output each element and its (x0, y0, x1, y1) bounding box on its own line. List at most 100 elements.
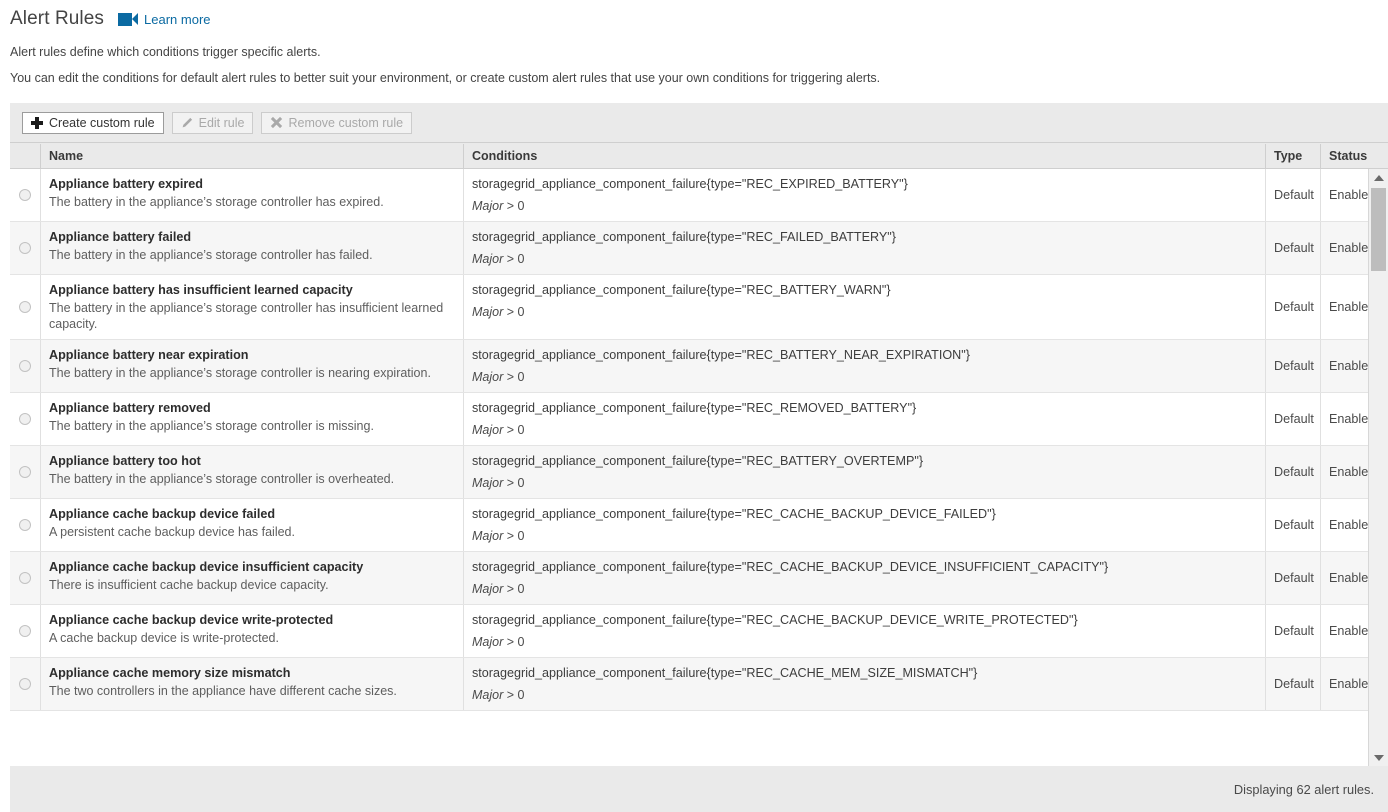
table-row[interactable]: Appliance battery removed The battery in … (10, 393, 1388, 446)
severity-label: Major (472, 252, 504, 266)
rule-status-cell: Enabled (1320, 340, 1375, 392)
rule-status-cell: Enabled (1320, 275, 1375, 339)
rule-name-cell: Appliance cache backup device write-prot… (40, 605, 463, 657)
rule-type-value: Default (1274, 624, 1314, 638)
rule-description: The battery in the appliance’s storage c… (49, 366, 431, 380)
column-header-status[interactable]: Status (1320, 143, 1375, 168)
table-row[interactable]: Appliance cache backup device failed A pe… (10, 499, 1388, 552)
table-row[interactable]: Appliance battery failed The battery in t… (10, 222, 1388, 275)
column-header-conditions[interactable]: Conditions (463, 143, 1265, 168)
record-count-text: Displaying 62 alert rules. (1233, 781, 1374, 797)
row-radio-button[interactable] (19, 572, 31, 584)
rule-name-cell: Appliance battery near expiration The bat… (40, 340, 463, 392)
rule-type-value: Default (1274, 241, 1314, 255)
row-radio-button[interactable] (19, 466, 31, 478)
row-radio-button[interactable] (19, 678, 31, 690)
row-select-cell (10, 499, 40, 551)
condition-severity: Major > 0 (472, 251, 1257, 267)
rule-status-cell: Enabled (1320, 393, 1375, 445)
row-radio-button[interactable] (19, 189, 31, 201)
edit-rule-button[interactable]: Edit rule (171, 111, 254, 134)
condition-expression: storagegrid_appliance_component_failure{… (472, 560, 1109, 574)
vertical-scrollbar[interactable] (1368, 169, 1388, 766)
row-radio-button[interactable] (19, 242, 31, 254)
remove-custom-rule-button[interactable]: Remove custom rule (261, 111, 413, 134)
rule-type-cell: Default (1265, 658, 1320, 710)
rule-name-cell: Appliance cache memory size mismatch The … (40, 658, 463, 710)
row-select-cell (10, 393, 40, 445)
rule-type-cell: Default (1265, 446, 1320, 498)
learn-more-link[interactable]: Learn more (118, 11, 211, 27)
condition-severity: Major > 0 (472, 634, 1257, 650)
table-row[interactable]: Appliance cache backup device insufficie… (10, 552, 1388, 605)
rule-status-cell: Enabled (1320, 658, 1375, 710)
rule-type-cell: Default (1265, 275, 1320, 339)
rule-type-cell: Default (1265, 393, 1320, 445)
plus-icon (31, 116, 43, 129)
rule-type-cell: Default (1265, 169, 1320, 221)
rule-type-value: Default (1274, 677, 1314, 691)
scroll-down-arrow-icon[interactable] (1369, 749, 1388, 766)
table-row[interactable]: Appliance battery expired The battery in … (10, 169, 1388, 222)
edit-rule-label: Edit rule (198, 115, 245, 130)
table-body: Appliance battery expired The battery in … (10, 169, 1388, 766)
condition-severity: Major > 0 (472, 475, 1257, 491)
table-row[interactable]: Appliance battery near expiration The bat… (10, 340, 1388, 393)
learn-more-label: Learn more (144, 11, 211, 27)
rule-description: The battery in the appliance’s storage c… (49, 419, 374, 433)
scroll-up-arrow-icon[interactable] (1369, 169, 1388, 186)
rule-type-cell: Default (1265, 605, 1320, 657)
page-header: Alert Rules Learn more Alert rules defin… (0, 0, 1388, 86)
severity-label: Major (472, 476, 504, 490)
rule-name: Appliance battery has insufficient learn… (49, 283, 353, 297)
rule-conditions-cell: storagegrid_appliance_component_failure{… (463, 552, 1265, 604)
scrollbar-thumb[interactable] (1371, 188, 1386, 271)
condition-comparison: > 0 (506, 305, 525, 319)
condition-expression: storagegrid_appliance_component_failure{… (472, 666, 978, 680)
rule-conditions-cell: storagegrid_appliance_component_failure{… (463, 393, 1265, 445)
condition-expression: storagegrid_appliance_component_failure{… (472, 283, 891, 297)
condition-expression: storagegrid_appliance_component_failure{… (472, 230, 896, 244)
severity-label: Major (472, 423, 504, 437)
row-radio-button[interactable] (19, 360, 31, 372)
rule-conditions-cell: storagegrid_appliance_component_failure{… (463, 605, 1265, 657)
table-row[interactable]: Appliance battery has insufficient learn… (10, 275, 1388, 340)
column-header-name[interactable]: Name (40, 143, 463, 168)
alert-rules-panel: Create custom rule Edit rule Remove cust… (10, 103, 1388, 812)
rule-type-value: Default (1274, 518, 1314, 532)
condition-expression: storagegrid_appliance_component_failure{… (472, 454, 924, 468)
row-radio-button[interactable] (19, 301, 31, 313)
table-header-row: Name Conditions Type Status (10, 143, 1388, 169)
rule-description: The two controllers in the appliance hav… (49, 684, 397, 698)
rule-description: There is insufficient cache backup devic… (49, 578, 329, 592)
row-radio-button[interactable] (19, 413, 31, 425)
condition-severity: Major > 0 (472, 687, 1257, 703)
rule-description: The battery in the appliance’s storage c… (49, 248, 373, 262)
severity-label: Major (472, 370, 504, 384)
rule-name-cell: Appliance cache backup device insufficie… (40, 552, 463, 604)
condition-expression: storagegrid_appliance_component_failure{… (472, 507, 996, 521)
rule-type-cell: Default (1265, 552, 1320, 604)
rule-type-cell: Default (1265, 340, 1320, 392)
condition-severity: Major > 0 (472, 198, 1257, 214)
table-row[interactable]: Appliance cache backup device write-prot… (10, 605, 1388, 658)
rule-description: The battery in the appliance’s storage c… (49, 195, 384, 209)
x-icon (270, 117, 282, 129)
rule-status-cell: Enabled (1320, 552, 1375, 604)
row-select-cell (10, 275, 40, 339)
page-description-line-2: You can edit the conditions for default … (10, 71, 881, 85)
rule-name: Appliance battery failed (49, 230, 192, 244)
rule-name-cell: Appliance cache backup device failed A pe… (40, 499, 463, 551)
condition-comparison: > 0 (506, 529, 525, 543)
table-row[interactable]: Appliance cache memory size mismatch The … (10, 658, 1388, 711)
rule-type-value: Default (1274, 465, 1314, 479)
rule-name: Appliance battery near expiration (49, 348, 249, 362)
create-custom-rule-button[interactable]: Create custom rule (22, 111, 164, 134)
alert-rules-table: Name Conditions Type Status Appliance ba… (10, 142, 1388, 812)
row-radio-button[interactable] (19, 625, 31, 637)
row-radio-button[interactable] (19, 519, 31, 531)
column-header-type[interactable]: Type (1265, 143, 1320, 168)
rule-description: The battery in the appliance’s storage c… (49, 301, 444, 331)
table-row[interactable]: Appliance battery too hot The battery in … (10, 446, 1388, 499)
rule-type-value: Default (1274, 412, 1314, 426)
